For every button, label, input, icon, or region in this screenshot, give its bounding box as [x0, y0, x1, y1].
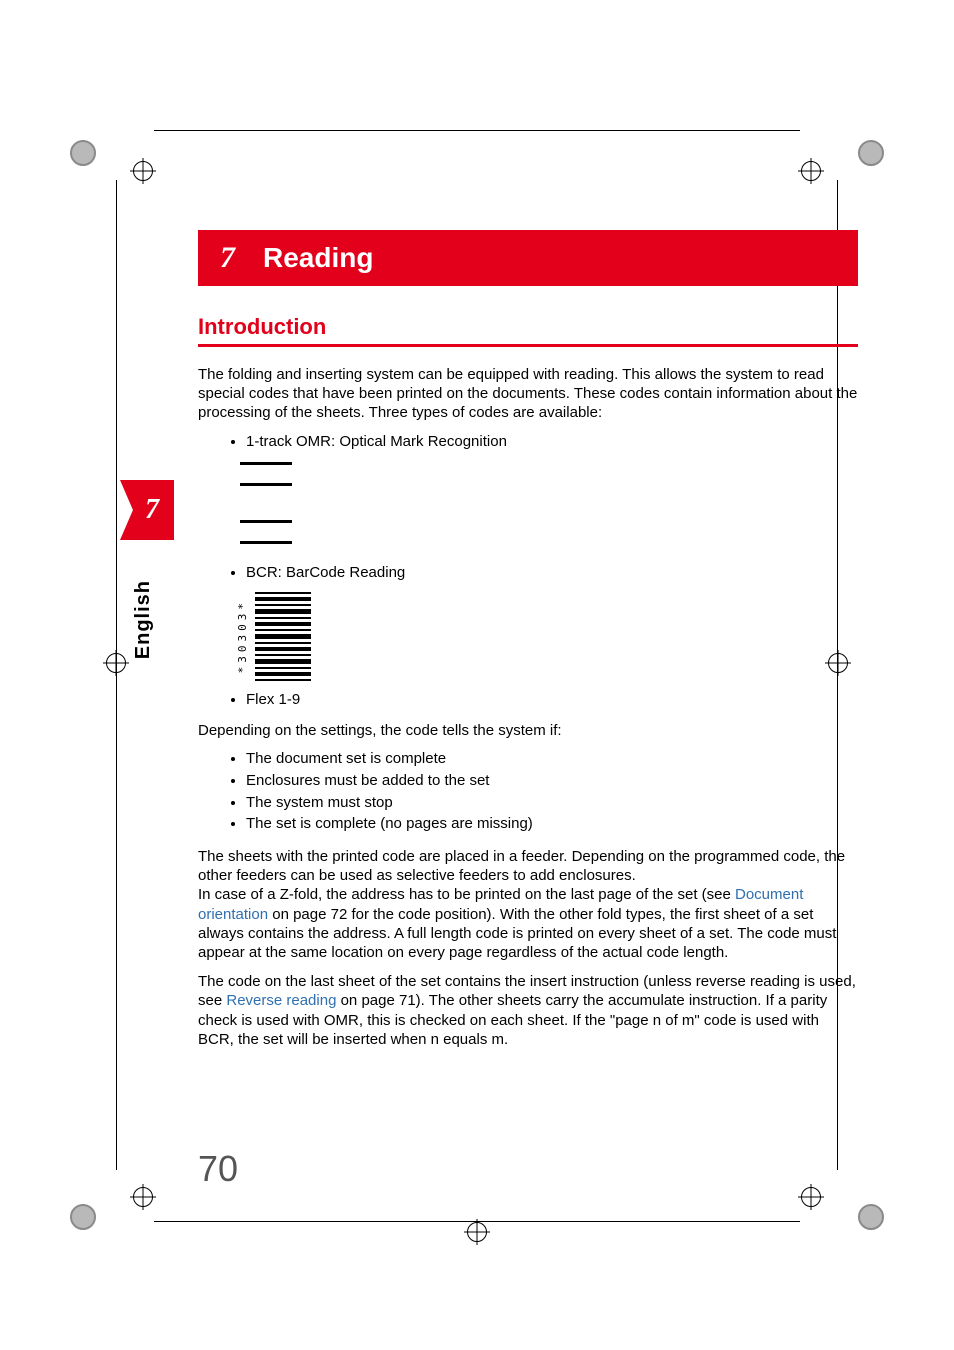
code-types-list: Flex 1-9 — [198, 689, 858, 711]
code-types-list: BCR: BarCode Reading — [198, 562, 858, 584]
chapter-title: Reading — [263, 242, 373, 274]
list-item: 1-track OMR: Optical Mark Recognition — [246, 431, 858, 453]
crop-mark-icon — [798, 158, 824, 184]
settings-intro: Depending on the settings, the code tell… — [198, 721, 858, 740]
content-column: 7 Reading Introduction The folding and i… — [198, 230, 858, 1057]
list-item: The system must stop — [246, 792, 858, 814]
barcode-bars — [255, 592, 311, 681]
section-heading-introduction: Introduction — [198, 314, 858, 340]
settings-list: The document set is complete Enclosures … — [198, 748, 858, 835]
crop-mark-icon — [130, 158, 156, 184]
list-item: The document set is complete — [246, 748, 858, 770]
list-item: BCR: BarCode Reading — [246, 562, 858, 584]
chapter-tab-number: 7 — [145, 494, 159, 526]
language-label: English — [132, 580, 155, 659]
chapter-side-tab: 7 English — [120, 480, 174, 659]
chapter-tab-arrow-icon: 7 — [120, 480, 174, 540]
print-reg-dot-br — [842, 1188, 884, 1230]
trim-line — [154, 130, 800, 131]
print-reg-dot-tl — [70, 140, 112, 182]
text: on page 72 for the code position). With … — [198, 906, 836, 961]
trim-line — [154, 1221, 800, 1222]
link-reverse-reading[interactable]: Reverse reading — [226, 992, 336, 1009]
chapter-heading-bar: 7 Reading — [198, 230, 858, 286]
list-item: The set is complete (no pages are missin… — [246, 813, 858, 835]
print-reg-dot-bl — [70, 1188, 112, 1230]
crop-mark-icon — [464, 1219, 490, 1245]
code-types-list: 1-track OMR: Optical Mark Recognition — [198, 431, 858, 453]
crop-mark-icon — [130, 1184, 156, 1210]
list-item: Enclosures must be added to the set — [246, 770, 858, 792]
page: 7 English 7 Reading Introduction The fol… — [0, 0, 954, 1350]
crop-mark-icon — [798, 1184, 824, 1210]
text: In case of a Z-fold, the address has to … — [198, 886, 735, 903]
body-paragraph: The sheets with the printed code are pla… — [198, 847, 858, 962]
omr-marks-icon — [240, 462, 858, 544]
text: The sheets with the printed code are pla… — [198, 848, 845, 884]
barcode-icon: *30303* — [236, 592, 858, 681]
body-paragraph: The code on the last sheet of the set co… — [198, 972, 858, 1049]
heading-rule — [198, 344, 858, 347]
print-reg-dot-tr — [842, 140, 884, 182]
barcode-label: *30303* — [236, 599, 249, 673]
list-item: Flex 1-9 — [246, 689, 858, 711]
intro-paragraph: The folding and inserting system can be … — [198, 365, 858, 423]
trim-line — [116, 180, 117, 1170]
page-number: 70 — [198, 1148, 238, 1190]
chapter-number: 7 — [220, 241, 235, 275]
